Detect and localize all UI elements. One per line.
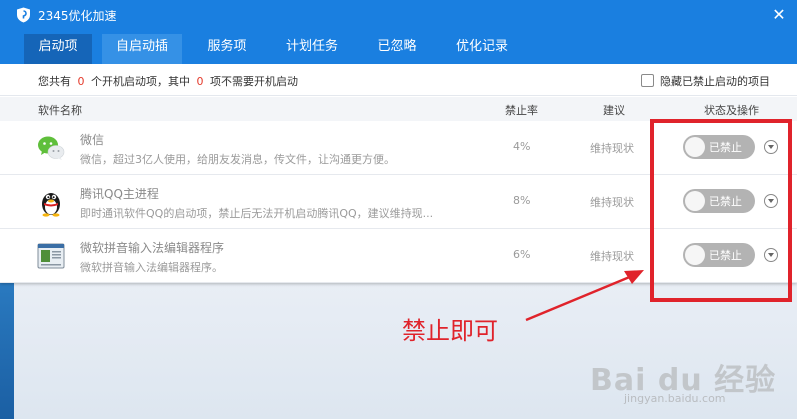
software-name: 腾讯QQ主进程 bbox=[80, 187, 159, 201]
tab-scheduled-tasks[interactable]: 计划任务 bbox=[274, 34, 350, 64]
disable-rate: 6% bbox=[513, 248, 531, 261]
tab-ignored[interactable]: 已忽略 bbox=[365, 34, 429, 64]
unneeded-count: 0 bbox=[196, 75, 204, 88]
app-title: 2345优化加速 bbox=[38, 9, 117, 23]
summary-bar: 您共有 0 个开机启动项，其中 0 项不需要开机启动 隐藏已禁止启动的项目 bbox=[0, 64, 797, 96]
software-description: 微信，超过3亿人使用，给朋友发消息，传文件，让沟通更方便。 bbox=[80, 153, 395, 166]
tab-services[interactable]: 服务项 bbox=[196, 34, 258, 64]
annotation-text: 禁止即可 bbox=[402, 317, 498, 345]
desktop-edge bbox=[0, 280, 14, 419]
tab-optimize-history[interactable]: 优化记录 bbox=[444, 34, 520, 64]
hide-disabled-checkbox[interactable] bbox=[641, 74, 654, 87]
advice: 维持现状 bbox=[590, 250, 634, 263]
header-rate: 禁止率 bbox=[505, 104, 538, 117]
total-count: 0 bbox=[77, 75, 85, 88]
wechat-icon bbox=[38, 136, 65, 160]
header-advice: 建议 bbox=[603, 104, 625, 117]
summary-suffix: 项不需要开机启动 bbox=[210, 75, 298, 88]
highlight-box bbox=[650, 119, 792, 302]
advice: 维持现状 bbox=[590, 142, 634, 155]
advice: 维持现状 bbox=[590, 196, 634, 209]
software-description: 即时通讯软件QQ的启动项，禁止后无法开机启动腾讯QQ，建议维持现... bbox=[80, 207, 434, 220]
software-description: 微软拼音输入法编辑器程序。 bbox=[80, 261, 223, 274]
tab-startup-plugins[interactable]: 自启动插件 bbox=[102, 34, 182, 80]
header-name: 软件名称 bbox=[38, 104, 82, 117]
annotation-arrow-icon bbox=[525, 270, 644, 322]
tab-startup-items[interactable]: 启动项 bbox=[24, 34, 92, 64]
software-name: 微信 bbox=[80, 133, 105, 147]
disable-rate: 4% bbox=[513, 140, 531, 153]
tab-bar: 启动项 自启动插件 服务项 计划任务 已忽略 优化记录 bbox=[0, 30, 797, 80]
shield-logo-icon bbox=[17, 7, 30, 23]
summary-middle: 个开机启动项，其中 bbox=[91, 75, 190, 88]
title-bar: 2345优化加速 ✕ bbox=[0, 0, 797, 30]
qq-penguin-icon bbox=[42, 193, 60, 217]
summary-text: 您共有 0 个开机启动项，其中 0 项不需要开机启动 bbox=[38, 73, 298, 89]
disable-rate: 8% bbox=[513, 194, 531, 207]
hide-disabled-label[interactable]: 隐藏已禁止启动的项目 bbox=[660, 73, 770, 89]
summary-prefix: 您共有 bbox=[38, 75, 71, 88]
header-status: 状态及操作 bbox=[704, 104, 759, 117]
pinyin-ime-icon bbox=[37, 243, 65, 269]
software-name: 微软拼音输入法编辑器程序 bbox=[80, 241, 225, 255]
table-header: 软件名称 禁止率 建议 状态及操作 bbox=[0, 97, 797, 121]
watermark-url: jingyan.baidu.com bbox=[624, 392, 726, 405]
close-button[interactable]: ✕ bbox=[769, 5, 789, 25]
